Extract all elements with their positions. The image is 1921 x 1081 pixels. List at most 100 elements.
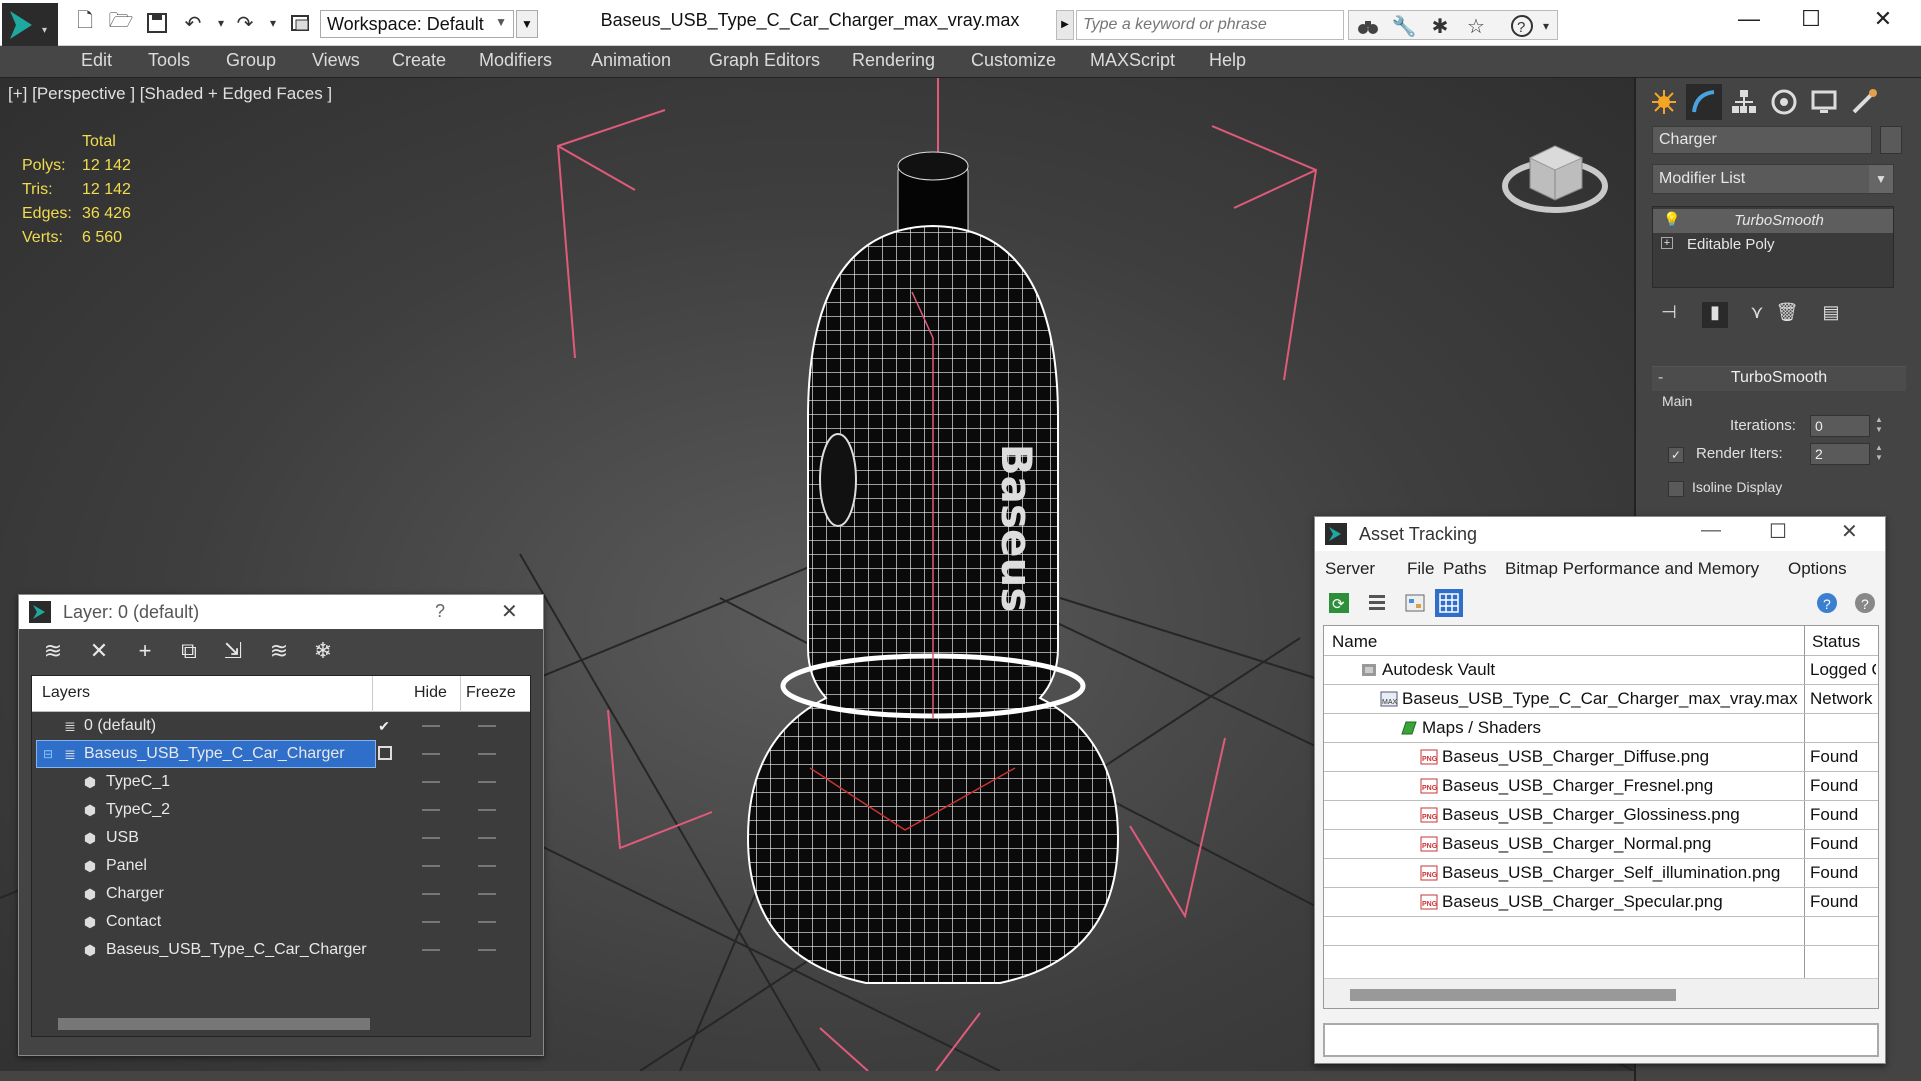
menu-paths[interactable]: Paths [1443, 559, 1486, 579]
maximize-button[interactable]: ☐ [1769, 519, 1787, 544]
column-status[interactable]: Status [1812, 632, 1860, 652]
asset-row[interactable]: PNG Baseus_USB_Charger_Self_illumination… [1324, 859, 1878, 888]
menu-create[interactable]: Create [392, 50, 446, 71]
layer-object-row[interactable]: ⬢ Contact [32, 908, 530, 936]
help-button[interactable]: ? [435, 601, 445, 622]
maximize-button[interactable]: ☐ [1786, 6, 1836, 36]
utilities-icon[interactable] [1846, 84, 1882, 120]
show-end-result-icon[interactable]: ▮ [1702, 302, 1728, 328]
charger-model[interactable]: Baseus [746, 151, 1120, 984]
set-active-layer-icon[interactable] [378, 746, 392, 760]
layer-object-row[interactable]: ⬢ USB [32, 824, 530, 852]
viewport-label[interactable]: [+] [Perspective ] [Shaded + Edged Faces… [8, 84, 332, 104]
configure-sets-icon[interactable]: ▤ [1818, 302, 1844, 328]
layer-row[interactable]: ≣ 0 (default) ✔ [32, 712, 530, 740]
menu-customize[interactable]: Customize [971, 50, 1056, 71]
table-view-icon[interactable] [1435, 589, 1463, 617]
scrollbar-thumb[interactable] [1350, 989, 1676, 1001]
stack-item-editable-poly[interactable]: + Editable Poly [1653, 233, 1893, 257]
help-icon[interactable]: ? [1509, 13, 1535, 39]
render-iters-checkbox[interactable]: ✓ [1668, 447, 1684, 463]
freeze-toggle[interactable] [478, 837, 496, 839]
spinner-arrows-icon[interactable]: ▲ ▼ [1874, 443, 1884, 465]
asset-row[interactable]: PNG Baseus_USB_Charger_Glossiness.png Fo… [1324, 801, 1878, 830]
menu-edit[interactable]: Edit [81, 50, 112, 71]
search-input[interactable] [1076, 10, 1344, 40]
layer-object-row[interactable]: ⬢ Charger [32, 880, 530, 908]
menu-options[interactable]: Options [1788, 559, 1847, 579]
highlight-icon[interactable]: ⇲ [219, 637, 247, 665]
display-icon[interactable] [1806, 84, 1842, 120]
menu-server[interactable]: Server [1325, 559, 1375, 579]
column-hide[interactable]: Hide [414, 684, 447, 702]
hide-toggle[interactable] [422, 893, 440, 895]
menu-maxscript[interactable]: MAXScript [1090, 50, 1175, 71]
layer-dialog-titlebar[interactable]: Layer: 0 (default) ? ✕ [19, 595, 543, 629]
favorite-star-icon[interactable]: ☆ [1463, 13, 1489, 39]
hierarchy-icon[interactable] [1726, 84, 1762, 120]
menu-group[interactable]: Group [226, 50, 276, 71]
app-logo-icon[interactable]: ▾ [2, 3, 58, 47]
hide-toggle[interactable] [422, 921, 440, 923]
make-unique-icon[interactable]: ⋎ [1744, 302, 1770, 328]
column-layers[interactable]: Layers [42, 684, 90, 702]
horizontal-scrollbar[interactable] [32, 1010, 530, 1036]
remove-modifier-icon[interactable]: 🗑 [1774, 302, 1800, 328]
asset-row[interactable]: Autodesk Vault Logged Out [1324, 656, 1878, 685]
spinner-arrows-icon[interactable]: ▲ ▼ [1874, 415, 1884, 437]
freeze-toggle[interactable] [478, 781, 496, 783]
new-layer-icon[interactable]: ≋ [39, 637, 67, 665]
redo-icon[interactable]: ↷ [232, 10, 258, 36]
pin-stack-icon[interactable]: ⊣ [1656, 302, 1682, 328]
horizontal-scrollbar[interactable] [1324, 978, 1878, 1008]
render-iters-spinner[interactable]: 2 [1810, 443, 1870, 465]
delete-icon[interactable]: ✕ [85, 637, 113, 665]
motion-icon[interactable] [1766, 84, 1802, 120]
close-icon[interactable]: ✕ [501, 599, 518, 624]
hide-toggle[interactable] [422, 781, 440, 783]
asset-row[interactable]: PNG Baseus_USB_Charger_Diffuse.png Found [1324, 743, 1878, 772]
lightbulb-icon[interactable]: 💡 [1663, 211, 1680, 228]
layer-object-row[interactable]: ⬢ Panel [32, 852, 530, 880]
minimize-button[interactable]: — [1701, 519, 1721, 542]
layer-row[interactable]: ⊟ ≣ Baseus_USB_Type_C_Car_Charger [32, 740, 530, 768]
collapse-icon[interactable]: ⊟ [40, 746, 56, 762]
asset-dialog-titlebar[interactable]: Asset Tracking — ☐ ✕ [1315, 517, 1885, 551]
minimize-button[interactable]: — [1724, 6, 1774, 36]
save-icon[interactable] [144, 10, 170, 36]
freeze-toggle[interactable] [478, 725, 496, 727]
workspace-more-button[interactable]: ▼ [516, 10, 538, 38]
help-icon[interactable]: ? [1813, 589, 1841, 617]
asset-row[interactable]: PNG Baseus_USB_Charger_Fresnel.png Found [1324, 772, 1878, 801]
close-icon[interactable]: ✕ [1841, 519, 1858, 544]
scrollbar-thumb[interactable] [58, 1018, 370, 1030]
chevron-down-icon[interactable]: ▾ [1533, 13, 1559, 39]
column-freeze[interactable]: Freeze [466, 684, 516, 702]
refresh-icon[interactable]: ⟳ [1325, 589, 1353, 617]
modifier-list-dropdown[interactable]: Modifier List ▼ [1652, 164, 1894, 194]
modify-icon[interactable] [1686, 84, 1722, 120]
iterations-spinner[interactable]: 0 [1810, 415, 1870, 437]
freeze-toggle[interactable] [478, 809, 496, 811]
redo-history-icon[interactable]: ▾ [260, 10, 286, 36]
menu-help[interactable]: Help [1209, 50, 1246, 71]
menu-graph-editors[interactable]: Graph Editors [709, 50, 820, 71]
object-color-swatch[interactable] [1880, 126, 1902, 154]
hide-toggle[interactable] [422, 725, 440, 727]
close-button[interactable]: ✕ [1858, 6, 1908, 36]
undo-history-icon[interactable]: ▾ [208, 10, 234, 36]
asset-row[interactable]: MAX Baseus_USB_Type_C_Car_Charger_max_vr… [1324, 685, 1878, 714]
hide-toggle[interactable] [422, 753, 440, 755]
menu-rendering[interactable]: Rendering [852, 50, 935, 71]
asset-row[interactable]: Maps / Shaders [1324, 714, 1878, 743]
layer-object-row[interactable]: ⬢ TypeC_2 [32, 796, 530, 824]
hide-toggle[interactable] [422, 837, 440, 839]
search-expand-button[interactable]: ▶ [1056, 10, 1074, 40]
add-icon[interactable]: + [131, 637, 159, 665]
viewcube-icon[interactable] [1500, 118, 1610, 218]
wrench-icon[interactable]: 🔧 [1391, 13, 1417, 39]
isoline-display-checkbox[interactable] [1668, 481, 1684, 497]
freeze-toggle[interactable] [478, 753, 496, 755]
project-icon[interactable] [288, 10, 314, 36]
menu-animation[interactable]: Animation [591, 50, 671, 71]
